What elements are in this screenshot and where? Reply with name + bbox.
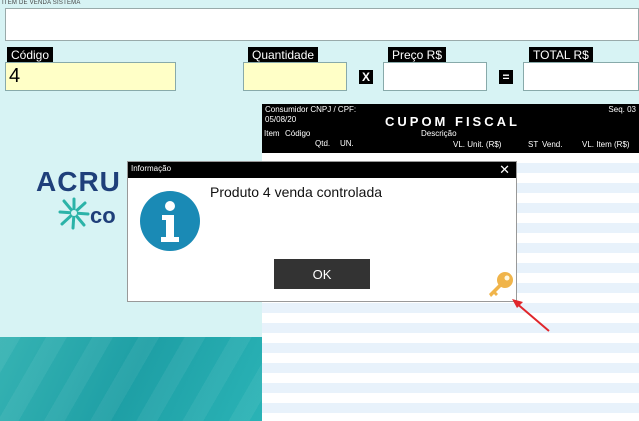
preco-input[interactable] — [383, 62, 487, 91]
close-icon[interactable]: ✕ — [499, 163, 510, 176]
quantidade-input[interactable] — [243, 62, 347, 91]
col-vl-unit: VL. Unit. (R$) — [453, 140, 502, 149]
col-codigo: Código — [285, 129, 311, 138]
ok-button[interactable]: OK — [274, 259, 370, 289]
col-vend: Vend. — [542, 140, 563, 149]
background-band — [0, 337, 262, 421]
codigo-input[interactable]: 4 — [5, 62, 176, 91]
col-vl-item: VL. Item (R$) — [582, 140, 630, 149]
receipt-date: 05/08/20 — [265, 115, 297, 124]
consumidor-label: Consumidor CNPJ / CPF: — [265, 105, 357, 114]
codigo-label: Código — [7, 47, 54, 63]
receipt-seq: Seq. 03 — [608, 105, 636, 114]
receipt-header: Consumidor CNPJ / CPF: 05/08/20 Seq. 03 … — [262, 104, 639, 153]
logo-burst-icon — [58, 197, 90, 230]
col-qtd: Qtd. — [315, 139, 331, 148]
receipt-title: CUPOM FISCAL — [385, 114, 520, 129]
preco-label: Preço R$ — [388, 47, 447, 63]
quantidade-label: Quantidade — [248, 47, 319, 63]
equals-symbol: = — [499, 70, 513, 84]
col-descricao: Descrição — [421, 129, 457, 138]
window-title: ITEM DE VENDA SISTEMA — [2, 0, 81, 6]
multiply-symbol: X — [359, 70, 373, 84]
annotation-arrow — [512, 299, 550, 332]
dialog-message: Produto 4 venda controlada — [210, 184, 383, 200]
key-icon[interactable] — [486, 269, 516, 299]
info-dialog: Informação ✕ Produto 4 venda controlada … — [127, 161, 517, 302]
brand-logo-text: ACRU — [36, 166, 121, 197]
col-item: Item — [264, 129, 280, 138]
product-description-field[interactable] — [5, 8, 639, 41]
total-input[interactable] — [523, 62, 639, 91]
brand-logo-subtext: co — [90, 203, 116, 228]
info-icon — [140, 191, 200, 251]
dialog-titlebar: Informação ✕ — [128, 162, 516, 178]
dialog-title: Informação — [131, 164, 172, 173]
col-un: UN. — [340, 139, 354, 148]
col-st: ST — [528, 140, 539, 149]
total-label: TOTAL R$ — [529, 47, 593, 63]
